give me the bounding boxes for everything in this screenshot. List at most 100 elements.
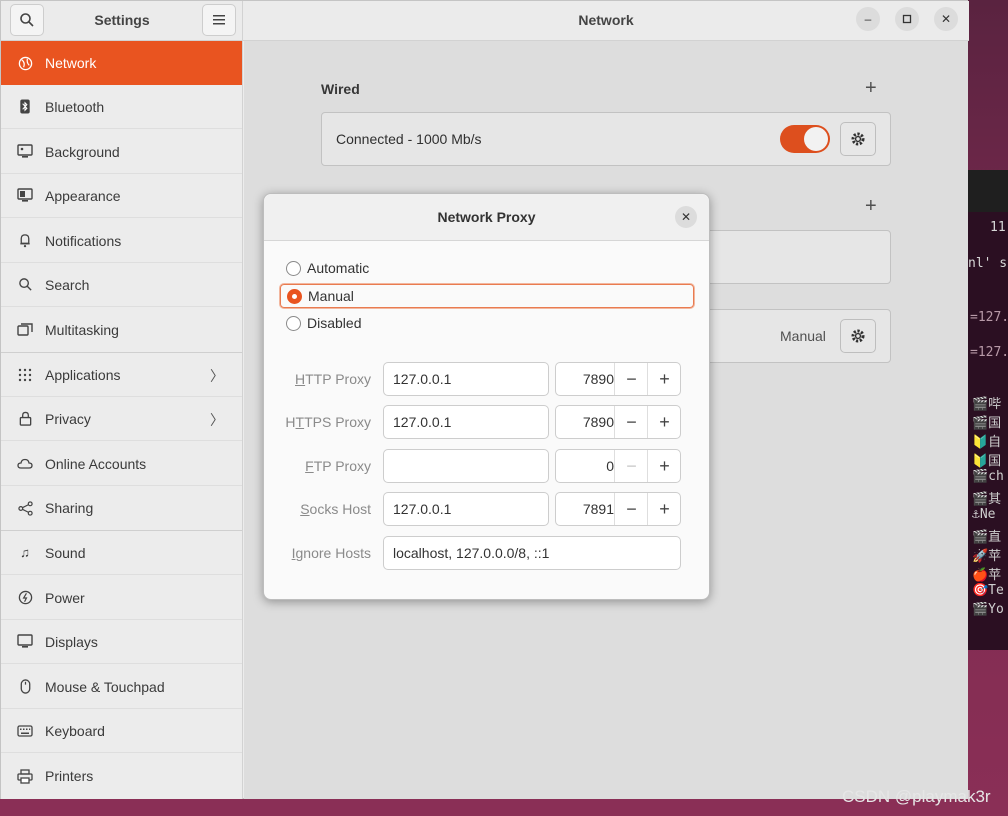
chevron-right-icon: 〉 <box>210 412 224 428</box>
multitasking-icon <box>17 322 33 338</box>
dialog-close-button[interactable]: ✕ <box>675 206 697 228</box>
sidebar-item-applications[interactable]: Applications 〉 <box>1 353 242 397</box>
sidebar-item-bluetooth[interactable]: Bluetooth <box>1 85 242 129</box>
sidebar-item-search[interactable]: Search <box>1 263 242 307</box>
terminal-icon-line: 🎬哔 <box>972 397 1002 412</box>
terminal-icon-list: 🎬哔 🎬国 🔰自 🔰国 🎬ch 🎬其 ⚓Ne 🎬直 🚀苹 🍎苹 🎯Te 🎬Yo <box>972 393 1008 621</box>
music-note-icon: ♫ <box>20 545 30 560</box>
increment-button[interactable]: + <box>647 363 681 395</box>
lock-icon <box>17 411 33 427</box>
socks-host-label: Socks Host <box>300 501 371 517</box>
port-value[interactable]: 7891 <box>556 501 614 517</box>
radio-label: Manual <box>308 288 354 304</box>
sidebar-item-label: Privacy <box>45 410 91 427</box>
sidebar-item-printers[interactable]: Printers <box>1 754 242 798</box>
sidebar-item-appearance[interactable]: Appearance <box>1 174 242 218</box>
radio-button-checked[interactable] <box>287 288 302 304</box>
terminal-icon-line: 🎬ch <box>972 469 1004 484</box>
minimize-button[interactable]: – <box>856 7 880 31</box>
sidebar-item-background[interactable]: Background <box>1 130 242 174</box>
decrement-button[interactable]: − <box>614 363 648 395</box>
radio-disabled[interactable]: Disabled <box>284 311 695 335</box>
sidebar-item-keyboard[interactable]: Keyboard <box>1 709 242 753</box>
decrement-button[interactable]: − <box>614 406 648 438</box>
hamburger-icon <box>213 15 225 25</box>
sidebar-item-notifications[interactable]: Notifications <box>1 219 242 263</box>
radio-button[interactable] <box>286 315 301 331</box>
https-proxy-row: HTTPS Proxy 127.0.0.1 7890 − + <box>282 405 702 439</box>
menu-button[interactable] <box>202 4 236 36</box>
cloud-icon <box>17 456 33 472</box>
sidebar-item-multitasking[interactable]: Multitasking <box>1 308 242 352</box>
sidebar-item-network[interactable]: Network <box>1 41 242 85</box>
increment-button[interactable]: + <box>647 406 681 438</box>
ignore-hosts-row: Ignore Hosts localhost, 127.0.0.0/8, ::1 <box>282 536 702 570</box>
terminal-text: 11 <box>990 220 1006 235</box>
sidebar-item-label: Multitasking <box>45 322 119 338</box>
ignore-hosts-input[interactable]: localhost, 127.0.0.0/8, ::1 <box>383 536 681 570</box>
sidebar-item-sharing[interactable]: Sharing <box>1 486 242 530</box>
sidebar-item-privacy[interactable]: Privacy 〉 <box>1 397 242 441</box>
ftp-proxy-row: FTP Proxy 0 − + <box>282 449 702 483</box>
sidebar: Network Bluetooth Background Appearance … <box>1 41 243 799</box>
terminal-text: =127. <box>970 345 1008 360</box>
terminal-icon-line: 🍎苹 <box>972 568 1002 583</box>
sidebar-item-label: Online Accounts <box>45 455 147 472</box>
radio-button[interactable] <box>286 260 301 276</box>
sidebar-item-displays[interactable]: Displays <box>1 620 242 664</box>
printer-icon <box>17 768 33 784</box>
globe-icon <box>17 55 33 71</box>
increment-button[interactable]: + <box>647 450 681 482</box>
ftp-proxy-host-input[interactable] <box>383 449 549 483</box>
sidebar-item-label: Sound <box>45 544 86 561</box>
sidebar-item-label: Applications <box>45 366 121 383</box>
chevron-right-icon: 〉 <box>210 368 224 384</box>
dialog-title: Network Proxy <box>437 209 536 225</box>
ftp-proxy-label: FTP Proxy <box>305 458 371 474</box>
https-proxy-host-input[interactable]: 127.0.0.1 <box>383 405 549 439</box>
sidebar-item-power[interactable]: Power <box>1 576 242 620</box>
maximize-icon <box>902 14 912 24</box>
decrement-button[interactable]: − <box>614 493 648 525</box>
terminal-icon-line: 🎬其 <box>972 492 1002 507</box>
sidebar-item-mouse-touchpad[interactable]: Mouse & Touchpad <box>1 665 242 709</box>
watermark: CSDN @playmak3r <box>842 787 991 806</box>
keyboard-icon <box>17 723 33 739</box>
radio-manual[interactable]: Manual <box>280 284 694 308</box>
radio-label: Disabled <box>307 315 362 331</box>
terminal-icon-line: 🔰国 <box>972 454 1002 469</box>
terminal-icon-line: 🔰自 <box>972 435 1002 450</box>
https-proxy-port-spinner: 7890 − + <box>555 405 681 439</box>
socks-host-input[interactable]: 127.0.0.1 <box>383 492 549 526</box>
port-value[interactable]: 0 <box>556 458 614 474</box>
sidebar-item-label: Power <box>45 589 85 606</box>
sidebar-item-label: Search <box>45 276 90 293</box>
sidebar-item-label: Sharing <box>45 500 94 516</box>
network-proxy-dialog: Network Proxy ✕ Automatic Manual Disable… <box>263 193 710 600</box>
monitor-icon <box>17 144 33 160</box>
socks-port-spinner: 7891 − + <box>555 492 681 526</box>
ftp-proxy-port-spinner: 0 − + <box>555 449 681 483</box>
http-proxy-host-input[interactable]: 127.0.0.1 <box>383 362 549 396</box>
radio-label: Automatic <box>307 260 370 276</box>
terminal-icon-line: 🎯Te <box>972 583 1004 598</box>
port-value[interactable]: 7890 <box>556 414 614 430</box>
maximize-button[interactable] <box>895 7 919 31</box>
close-icon: ✕ <box>680 210 692 224</box>
sidebar-item-label: Notifications <box>45 232 122 249</box>
sidebar-item-sound[interactable]: ♫ Sound <box>1 531 242 575</box>
bluetooth-icon <box>17 99 33 115</box>
sidebar-item-label: Network <box>45 55 97 71</box>
increment-button[interactable]: + <box>647 493 681 525</box>
terminal-icon-line: 🎬Yo <box>972 602 1004 617</box>
terminal-icon-line: 🎬直 <box>972 530 1002 545</box>
close-button[interactable]: ✕ <box>934 7 958 31</box>
bell-icon <box>17 233 33 249</box>
sidebar-item-online-accounts[interactable]: Online Accounts <box>1 442 242 486</box>
sidebar-item-label: Background <box>45 143 120 160</box>
terminal-text: nl' s <box>968 256 1008 271</box>
port-value[interactable]: 7890 <box>556 371 614 387</box>
radio-automatic[interactable]: Automatic <box>284 256 695 280</box>
ignore-hosts-label: Ignore Hosts <box>291 545 371 561</box>
share-icon <box>17 500 33 516</box>
